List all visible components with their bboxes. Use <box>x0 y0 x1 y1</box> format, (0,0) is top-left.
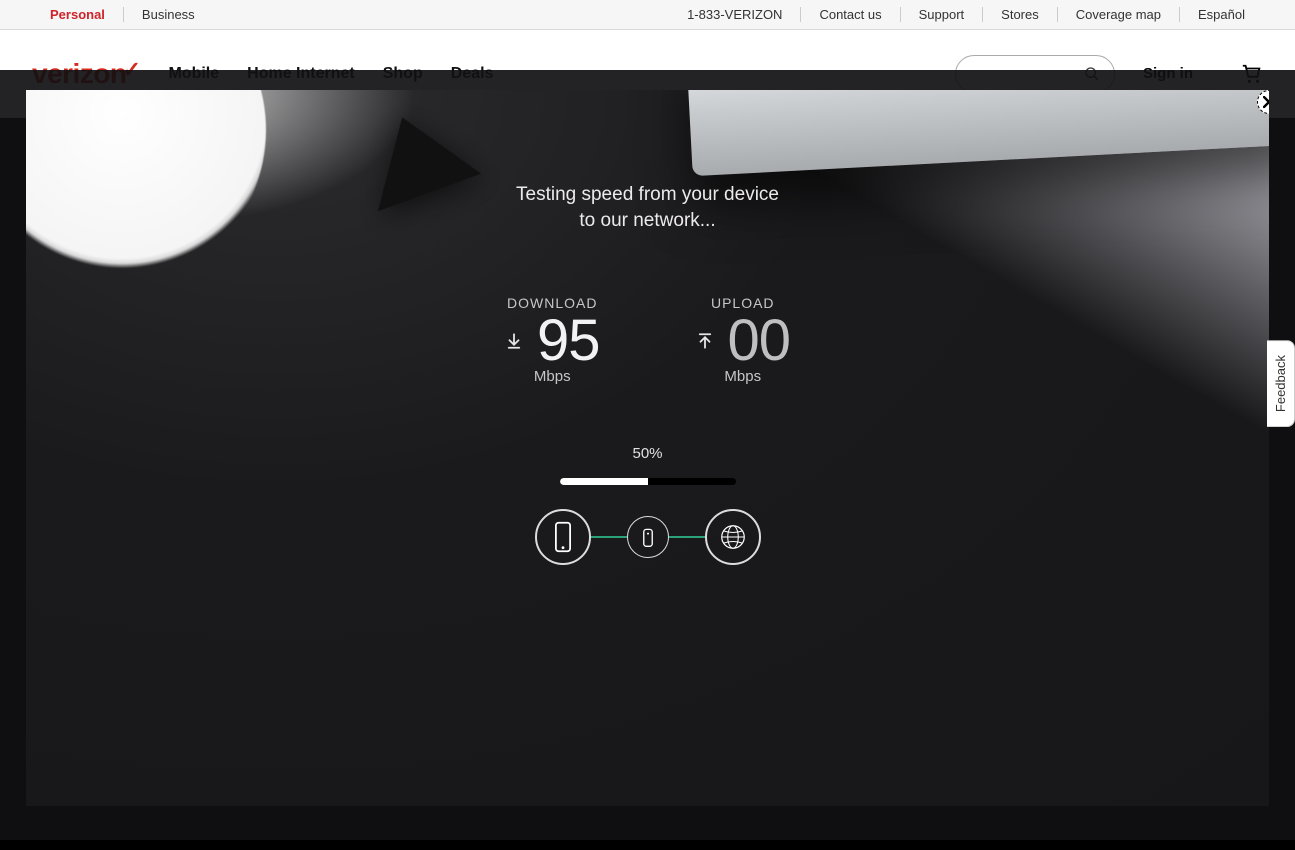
progress-fill <box>560 478 648 485</box>
speed-test-modal: Testing speed from your device to our ne… <box>26 90 1269 806</box>
speed-columns: DOWNLOAD 95 Mbps UPLOAD <box>505 295 790 385</box>
top-link-contact[interactable]: Contact us <box>801 7 900 22</box>
internet-node <box>705 509 761 565</box>
utility-topbar: Personal Business 1-833-VERIZON Contact … <box>0 0 1295 30</box>
upload-icon <box>696 331 714 351</box>
download-column: DOWNLOAD 95 Mbps <box>505 295 600 385</box>
topbar-right: 1-833-VERIZON Contact us Support Stores … <box>669 7 1263 22</box>
upload-value: 00 <box>728 307 791 374</box>
progress-bar <box>560 478 736 485</box>
download-unit: Mbps <box>534 368 571 385</box>
status-line-1: Testing speed from your device <box>516 184 779 205</box>
globe-icon <box>718 522 748 552</box>
top-link-support[interactable]: Support <box>901 7 984 22</box>
top-link-personal[interactable]: Personal <box>32 7 124 22</box>
status-text: Testing speed from your device to our ne… <box>516 182 779 233</box>
edge-1 <box>591 536 627 538</box>
modal-overlay: Testing speed from your device to our ne… <box>0 70 1295 840</box>
router-node <box>627 516 669 558</box>
edge-2 <box>669 536 705 538</box>
speed-test-content: Testing speed from your device to our ne… <box>26 182 1269 565</box>
upload-unit: Mbps <box>724 368 761 385</box>
feedback-tab[interactable]: Feedback <box>1267 340 1295 427</box>
status-line-2: to our network... <box>579 210 715 231</box>
top-link-phone[interactable]: 1-833-VERIZON <box>669 7 801 22</box>
device-node <box>535 509 591 565</box>
progress-percent: 50% <box>632 445 662 462</box>
top-link-business[interactable]: Business <box>124 7 213 22</box>
download-value: 95 <box>537 307 600 374</box>
close-icon <box>1263 96 1269 108</box>
upload-column: UPLOAD 00 Mbps <box>696 295 791 385</box>
phone-icon <box>552 521 574 553</box>
router-icon <box>641 526 655 548</box>
top-link-stores[interactable]: Stores <box>983 7 1058 22</box>
download-icon <box>505 331 523 351</box>
top-link-coverage[interactable]: Coverage map <box>1058 7 1180 22</box>
laptop-prop <box>686 90 1269 176</box>
topbar-left: Personal Business <box>32 7 213 22</box>
top-link-espanol[interactable]: Español <box>1180 7 1263 22</box>
connection-path <box>535 509 761 565</box>
